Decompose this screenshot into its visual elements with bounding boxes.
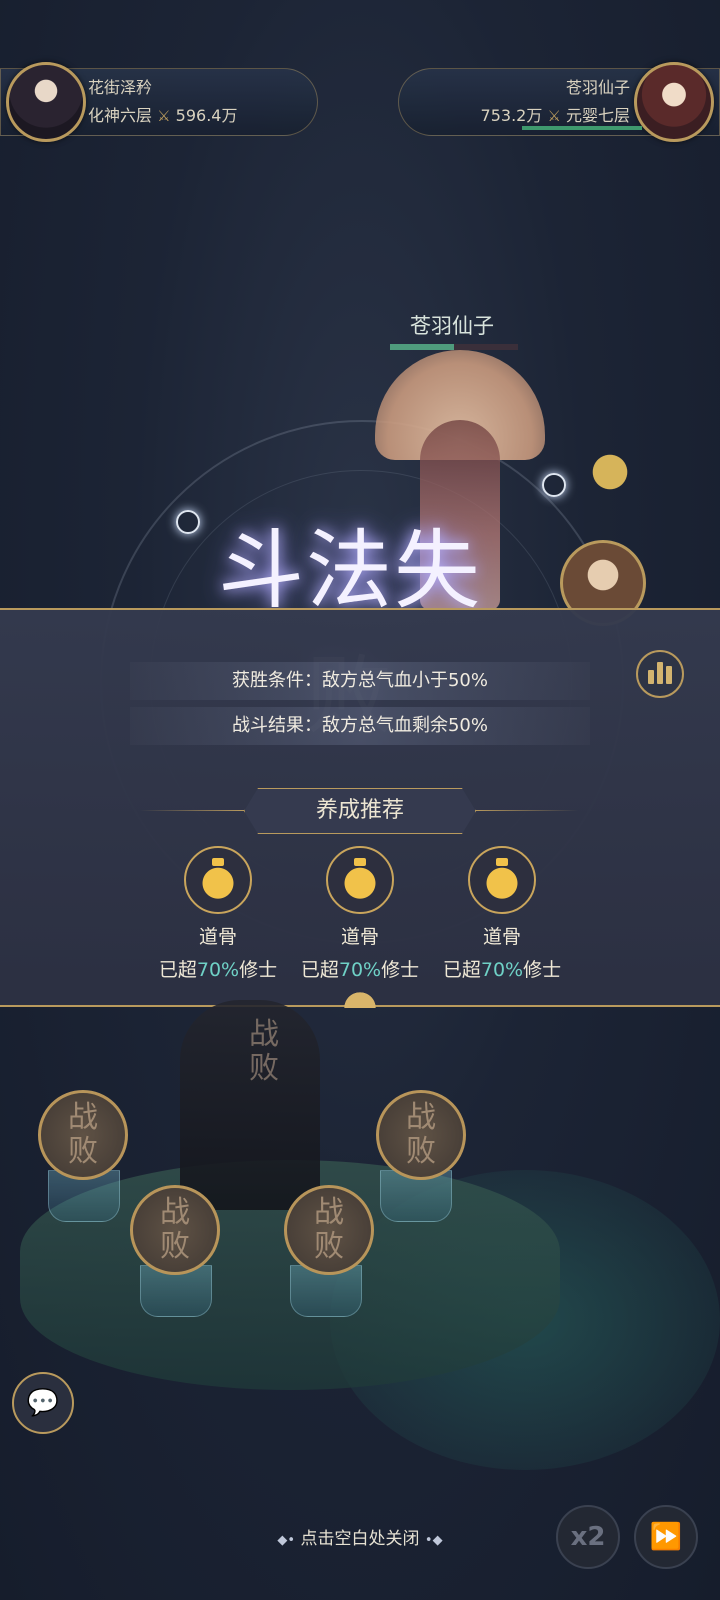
- recommend-header: 养成推荐: [244, 788, 476, 834]
- recommend-item-name: 道骨: [198, 926, 237, 948]
- bar-chart-icon: [666, 666, 672, 684]
- enemy-hp-fill: [390, 344, 454, 350]
- enemy-name-label: 苍羽仙子: [410, 314, 494, 338]
- right-player-name: 苍羽仙子: [565, 78, 630, 97]
- statistics-button[interactable]: [636, 650, 684, 698]
- recommend-item-desc: 已超70%修士: [148, 955, 288, 982]
- cultivator-icon: [326, 846, 394, 914]
- crossed-swords-icon: ⚔: [547, 107, 561, 125]
- recommend-item-desc: 已超70%修士: [290, 955, 430, 982]
- left-player-avatar[interactable]: [6, 62, 86, 142]
- desc-suffix: 修士: [523, 959, 562, 981]
- crossed-swords-icon: ⚔: [157, 107, 171, 125]
- defeat-badge: 战 败: [222, 1010, 306, 1094]
- right-player-hp-bar: [522, 126, 642, 130]
- defeat-char-1: 战: [406, 1100, 436, 1135]
- defeat-char-1: 战: [160, 1195, 190, 1230]
- left-player-realm: 化神六层: [88, 106, 153, 125]
- fast-forward-icon: ⏩: [649, 1522, 683, 1552]
- defeat-char-2: 败: [249, 1051, 279, 1086]
- recommend-item-desc: 已超70%修士: [432, 955, 572, 982]
- speed-toggle-button[interactable]: x2: [556, 1505, 620, 1569]
- desc-percent: 70%: [196, 959, 240, 981]
- diamond-ornament-icon: ◆•: [277, 1533, 296, 1548]
- defeat-char-1: 战: [249, 1017, 279, 1052]
- header-divider-left: [140, 810, 244, 811]
- desc-suffix: 修士: [239, 959, 278, 981]
- speed-label: x2: [570, 1522, 606, 1552]
- recommend-item[interactable]: 道骨 已超70%修士: [432, 846, 572, 982]
- defeat-char-2: 败: [406, 1134, 436, 1169]
- desc-suffix: 修士: [381, 959, 420, 981]
- cultivator-icon: [184, 846, 252, 914]
- defeat-char-2: 败: [68, 1134, 98, 1169]
- left-player-power: 596.4万: [175, 106, 238, 125]
- recommend-item-name: 道骨: [482, 926, 521, 948]
- defeat-char-1: 战: [68, 1100, 98, 1135]
- diamond-ornament-icon: •◆: [424, 1533, 443, 1548]
- defeat-badge: 战 败: [376, 1090, 466, 1180]
- golden-statue: [580, 440, 640, 520]
- win-condition-row: 获胜条件：敌方总气血小于50%: [130, 662, 590, 700]
- battle-result-row: 战斗结果：敌方总气血剩余50%: [130, 707, 590, 745]
- defeat-badge: 战 败: [130, 1185, 220, 1275]
- right-player-power: 753.2万: [480, 106, 543, 125]
- bar-chart-icon: [657, 662, 663, 684]
- bar-chart-icon: [648, 670, 654, 684]
- enemy-hp-bar: [390, 344, 518, 350]
- chat-button[interactable]: 💬: [12, 1372, 74, 1434]
- defeat-char-2: 败: [314, 1229, 344, 1264]
- desc-prefix: 已超: [158, 959, 197, 981]
- recommend-item[interactable]: 道骨 已超70%修士: [148, 846, 288, 982]
- defeat-char-2: 败: [160, 1229, 190, 1264]
- cultivator-icon: [468, 846, 536, 914]
- recommend-item[interactable]: 道骨 已超70%修士: [290, 846, 430, 982]
- right-player-avatar[interactable]: [634, 62, 714, 142]
- defeat-badge: 战 败: [284, 1185, 374, 1275]
- left-player-stats: 化神六层 ⚔ 596.4万: [88, 102, 237, 126]
- recommend-item-name: 道骨: [340, 926, 379, 948]
- desc-percent: 70%: [480, 959, 524, 981]
- desc-percent: 70%: [338, 959, 382, 981]
- header-divider-right: [474, 810, 578, 811]
- lotus-ornament-icon: [340, 988, 380, 1008]
- desc-prefix: 已超: [300, 959, 339, 981]
- right-player-stats: 753.2万 ⚔ 元婴七层: [481, 102, 630, 126]
- defeat-badge: 战 败: [38, 1090, 128, 1180]
- desc-prefix: 已超: [442, 959, 481, 981]
- chat-bubble-icon: 💬: [26, 1388, 60, 1418]
- light-orb: [542, 473, 566, 497]
- close-hint-text: 点击空白处关闭: [300, 1529, 420, 1549]
- defeat-char-1: 战: [314, 1195, 344, 1230]
- left-player-name: 花街泽矜: [88, 78, 153, 97]
- skip-button[interactable]: ⏩: [634, 1505, 698, 1569]
- right-player-realm: 元婴七层: [565, 106, 630, 125]
